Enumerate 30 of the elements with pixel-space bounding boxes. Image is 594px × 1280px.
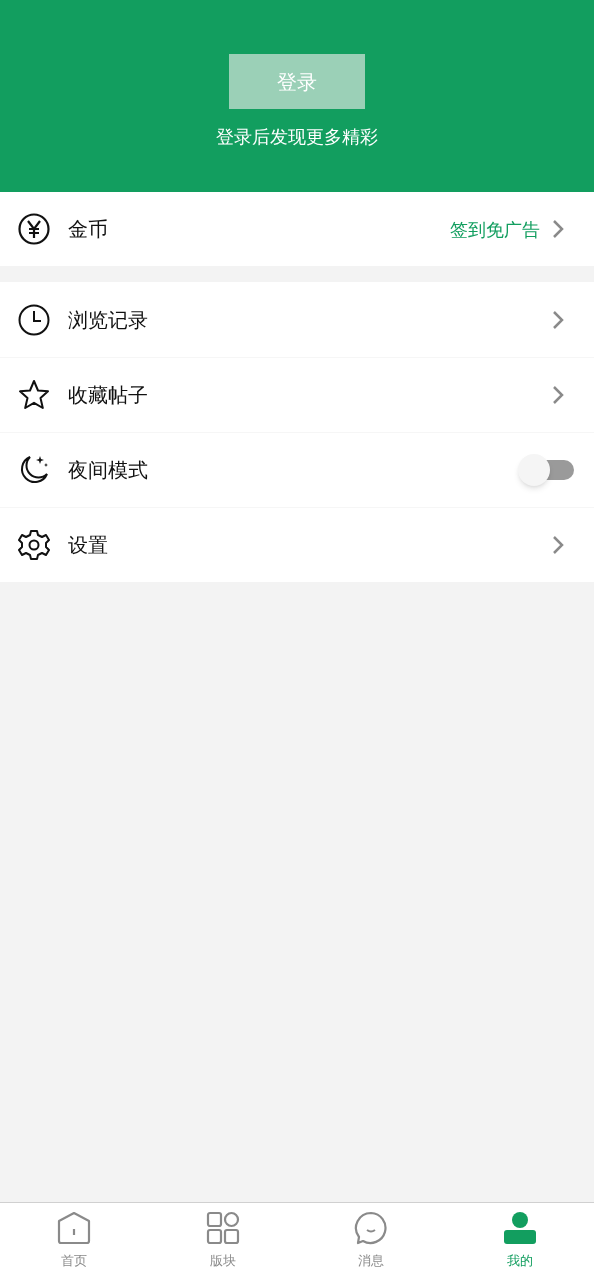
coin-row[interactable]: 金币 签到免广告 — [0, 192, 594, 266]
menu-row[interactable]: 浏览记录 — [0, 282, 594, 357]
menu-label: 设置 — [68, 532, 108, 559]
menu-label: 收藏帖子 — [68, 382, 148, 409]
menu-row[interactable]: 收藏帖子 — [0, 357, 594, 432]
nav-tab[interactable]: 我的 — [445, 1203, 594, 1280]
check-in-link[interactable]: 签到免广告 — [450, 215, 540, 243]
grid-icon — [205, 1211, 240, 1245]
menu-label: 浏览记录 — [68, 306, 148, 334]
clock-icon — [18, 303, 50, 336]
night-mode-toggle[interactable] — [518, 454, 574, 486]
menu-label: 夜间模式 — [68, 457, 148, 484]
nav-tab[interactable]: 消息 — [297, 1203, 446, 1280]
menu-row[interactable]: 设置 — [0, 507, 594, 582]
chevron-right-icon — [552, 309, 564, 330]
settings-icon — [18, 529, 50, 561]
moon-icon — [18, 454, 50, 486]
chevron-right-icon — [552, 219, 564, 239]
chevron-right-icon — [552, 385, 564, 405]
nav-tab[interactable]: 首页 — [0, 1203, 149, 1280]
chevron-right-icon — [552, 535, 564, 555]
person-icon — [502, 1211, 537, 1245]
star-icon — [18, 379, 50, 411]
menu-row[interactable]: 夜间模式 — [0, 432, 594, 507]
coin-label: 金币 — [68, 216, 108, 243]
chat-bubble-icon — [354, 1211, 389, 1245]
login-subtitle: 登录后发现更多精彩 — [216, 125, 378, 149]
nav-tab[interactable]: 版块 — [148, 1203, 297, 1280]
home-icon — [57, 1211, 92, 1245]
yen-coin-icon — [18, 213, 50, 245]
